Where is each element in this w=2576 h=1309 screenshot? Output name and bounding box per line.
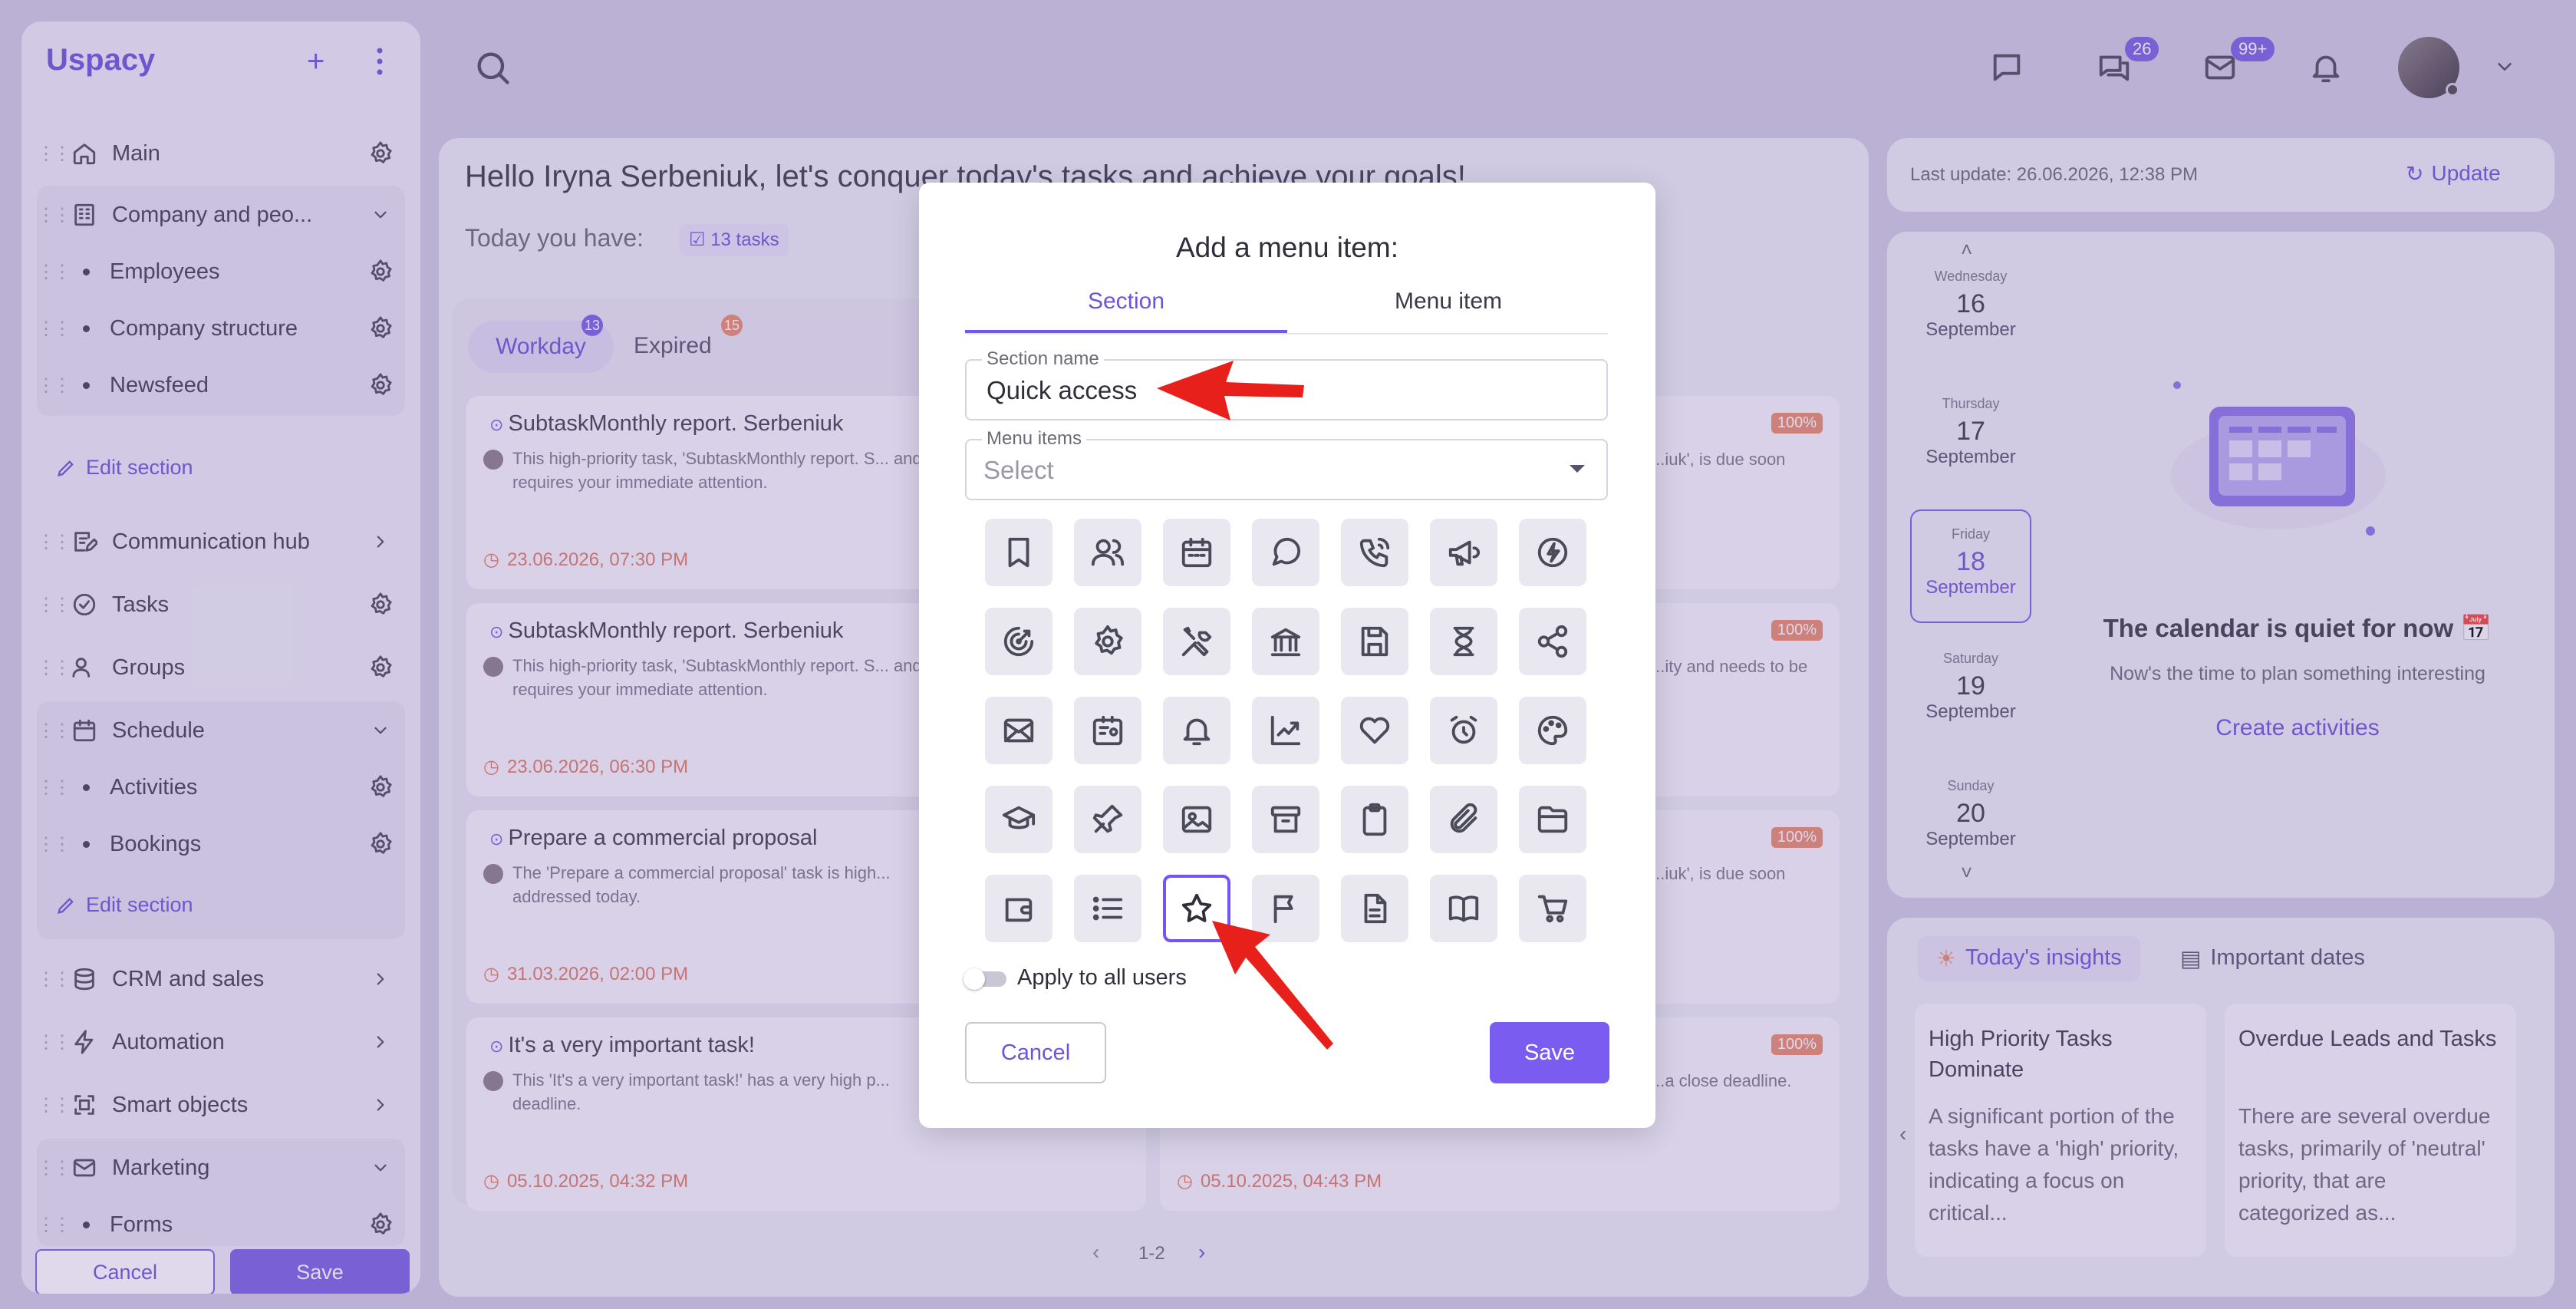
apply-all-label: Apply to all users	[1017, 965, 1187, 990]
share-icon[interactable]	[1519, 608, 1586, 675]
dialog-title: Add a menu item:	[1176, 232, 1398, 263]
users-icon[interactable]	[1074, 519, 1141, 586]
tab-section[interactable]: Section	[965, 289, 1287, 315]
calendar-icon[interactable]	[1163, 519, 1230, 586]
megaphone-icon[interactable]	[1430, 519, 1497, 586]
alarm-icon[interactable]	[1430, 697, 1497, 764]
annotation-arrow-icon	[1212, 921, 1333, 1050]
bank-icon[interactable]	[1252, 608, 1319, 675]
hourglass-icon[interactable]	[1430, 608, 1497, 675]
save-icon[interactable]	[1341, 608, 1408, 675]
wallet-icon[interactable]	[985, 875, 1052, 942]
graduation-cap-icon[interactable]	[985, 786, 1052, 853]
save-button[interactable]: Save	[1490, 1022, 1609, 1083]
annotation-arrow-icon	[1157, 361, 1304, 420]
tools-icon[interactable]	[1163, 608, 1230, 675]
document-icon[interactable]	[1341, 875, 1408, 942]
settings-icon[interactable]	[1074, 608, 1141, 675]
tabs-divider	[965, 333, 1608, 335]
palette-icon[interactable]	[1519, 697, 1586, 764]
cancel-button[interactable]: Cancel	[965, 1022, 1106, 1083]
list-icon[interactable]	[1074, 875, 1141, 942]
chart-line-icon[interactable]	[1252, 697, 1319, 764]
dropdown-arrow-icon	[1570, 465, 1585, 473]
paperclip-icon[interactable]	[1430, 786, 1497, 853]
book-icon[interactable]	[1430, 875, 1497, 942]
clipboard-icon[interactable]	[1341, 786, 1408, 853]
archive-icon[interactable]	[1252, 786, 1319, 853]
cart-icon[interactable]	[1519, 875, 1586, 942]
target-icon[interactable]	[985, 608, 1052, 675]
image-icon[interactable]	[1163, 786, 1230, 853]
lightning-icon[interactable]	[1519, 519, 1586, 586]
menu-items-select[interactable]: Menu items Select	[965, 428, 1608, 500]
section-name-value: Quick access	[987, 376, 1138, 404]
menu-items-placeholder: Select	[983, 456, 1054, 484]
pin-icon[interactable]	[1074, 786, 1141, 853]
tab-menu-item[interactable]: Menu item	[1287, 289, 1609, 315]
bookmark-icon[interactable]	[985, 519, 1052, 586]
section-name-label: Section name	[982, 348, 1104, 370]
phone-call-icon[interactable]	[1341, 519, 1408, 586]
menu-items-label: Menu items	[982, 428, 1087, 450]
id-card-icon[interactable]	[1074, 697, 1141, 764]
chat-icon[interactable]	[1252, 519, 1319, 586]
folder-icon[interactable]	[1519, 786, 1586, 853]
apply-all-toggle[interactable]	[964, 968, 1006, 990]
heart-icon[interactable]	[1341, 697, 1408, 764]
mail-icon[interactable]	[985, 697, 1052, 764]
bell-icon[interactable]	[1163, 697, 1230, 764]
